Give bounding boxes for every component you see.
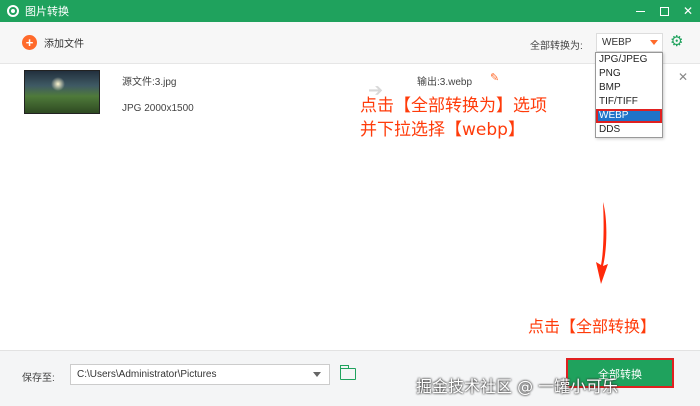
maximize-button[interactable] <box>652 0 676 22</box>
save-to-label: 保存至: <box>22 373 55 384</box>
plus-icon: + <box>22 35 37 50</box>
annotation-line-1: 点击【全部转换为】选项 <box>360 96 547 116</box>
window-title: 图片转换 <box>25 6 69 18</box>
format-option-bmp[interactable]: BMP <box>596 81 662 95</box>
format-dropdown-list: JPG/JPEG PNG BMP TIF/TIFF WEBP DDS <box>595 52 663 138</box>
title-bar: 图片转换 ✕ <box>0 0 700 22</box>
watermark: 掘金技术社区 @ 一罐小可乐 <box>416 377 619 396</box>
bottom-bar: 保存至: C:\Users\Administrator\Pictures 全部转… <box>0 350 700 406</box>
minimize-button[interactable] <box>628 0 652 22</box>
annotation-select-format: 点击【全部转换为】选项 并下拉选择【webp】 <box>360 94 547 142</box>
edit-icon[interactable]: ✎ <box>490 71 499 84</box>
remove-file-icon[interactable]: ✕ <box>678 70 688 84</box>
source-file-meta: JPG 2000x1500 <box>122 103 194 114</box>
output-file-name: 输出:3.webp <box>417 77 473 88</box>
format-select[interactable]: WEBP <box>596 33 663 52</box>
format-option-webp[interactable]: WEBP <box>596 109 662 123</box>
file-row: 源文件:3.jpg JPG 2000x1500 ➔ 输出:3.webp ✎ ✕ <box>8 66 692 122</box>
chevron-down-icon <box>650 40 658 45</box>
format-option-tif[interactable]: TIF/TIFF <box>596 95 662 109</box>
add-file-button[interactable]: + 添加文件 <box>22 35 84 50</box>
window-controls: ✕ <box>628 0 700 22</box>
annotation-convert-all: 点击【全部转换】 <box>528 317 657 336</box>
format-option-jpg[interactable]: JPG/JPEG <box>596 53 662 67</box>
path-dropdown-icon[interactable] <box>313 372 321 377</box>
format-select-value: WEBP <box>602 37 632 48</box>
folder-icon[interactable] <box>340 365 356 380</box>
minimize-icon <box>635 10 645 12</box>
format-option-png[interactable]: PNG <box>596 67 662 81</box>
close-icon: ✕ <box>682 4 694 18</box>
gear-icon[interactable]: ⚙ <box>670 34 684 49</box>
close-window-button[interactable]: ✕ <box>676 0 700 22</box>
convert-all-label: 全部转换为: <box>530 41 583 52</box>
file-thumbnail <box>24 70 100 114</box>
app-logo-icon <box>7 5 19 17</box>
annotation-line-2: 并下拉选择【webp】 <box>360 120 525 140</box>
red-arrow-icon <box>596 202 608 284</box>
source-file-name: 源文件:3.jpg <box>122 77 177 88</box>
format-option-dds[interactable]: DDS <box>596 123 662 137</box>
maximize-icon <box>659 6 669 16</box>
save-path-input[interactable]: C:\Users\Administrator\Pictures <box>70 364 330 385</box>
add-file-label: 添加文件 <box>44 39 84 50</box>
